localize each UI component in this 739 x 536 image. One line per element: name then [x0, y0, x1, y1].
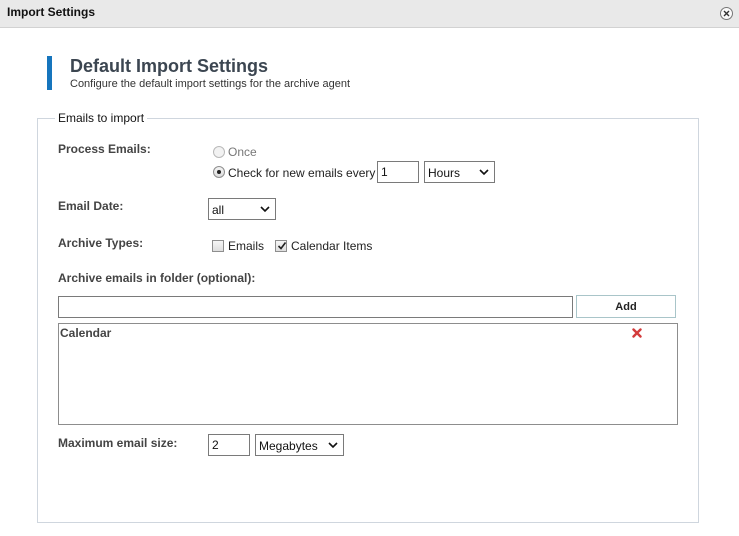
window-titlebar: Import Settings — [0, 0, 739, 28]
max-size-unit-value: Megabytes — [259, 439, 318, 453]
close-icon[interactable] — [720, 7, 733, 20]
radio-check-interval[interactable] — [213, 166, 225, 178]
page-title: Default Import Settings — [70, 56, 269, 76]
archive-folder-label: Archive emails in folder (optional): — [58, 271, 256, 285]
interval-unit-value: Hours — [428, 166, 461, 180]
email-date-value: all — [212, 203, 225, 217]
page-subtitle: Configure the default import settings fo… — [70, 78, 351, 90]
calendar-items-checkbox-label: Calendar Items — [291, 239, 373, 253]
radio-once-label: Once — [228, 145, 257, 159]
interval-input[interactable] — [377, 161, 419, 183]
archive-types-label: Archive Types: — [58, 236, 144, 250]
emails-checkbox-label: Emails — [228, 239, 265, 253]
process-emails-label: Process Emails: — [58, 142, 151, 156]
window-title: Import Settings — [7, 5, 96, 19]
radio-once[interactable] — [213, 146, 225, 158]
add-folder-button[interactable]: Add — [576, 295, 676, 318]
email-date-select[interactable]: all — [208, 198, 276, 220]
checkmark-icon — [277, 242, 287, 250]
header-accent-bar — [47, 56, 52, 90]
max-size-input[interactable] — [208, 434, 250, 456]
folder-item-label: Calendar — [60, 326, 112, 340]
interval-unit-select[interactable]: Hours — [424, 161, 495, 183]
chevron-down-icon — [328, 442, 338, 449]
email-date-label: Email Date: — [58, 199, 124, 213]
max-size-unit-select[interactable]: Megabytes — [255, 434, 344, 456]
remove-x-icon[interactable] — [632, 328, 642, 338]
chevron-down-icon — [479, 169, 489, 176]
group-legend: Emails to import — [55, 111, 148, 125]
emails-checkbox[interactable] — [212, 240, 224, 252]
archive-folder-list[interactable]: Calendar — [58, 323, 678, 425]
max-size-label: Maximum email size: — [58, 436, 178, 450]
radio-check-interval-label: Check for new emails every — [228, 166, 376, 180]
calendar-items-checkbox[interactable] — [275, 240, 287, 252]
chevron-down-icon — [260, 206, 270, 213]
archive-folder-input[interactable] — [58, 296, 573, 318]
